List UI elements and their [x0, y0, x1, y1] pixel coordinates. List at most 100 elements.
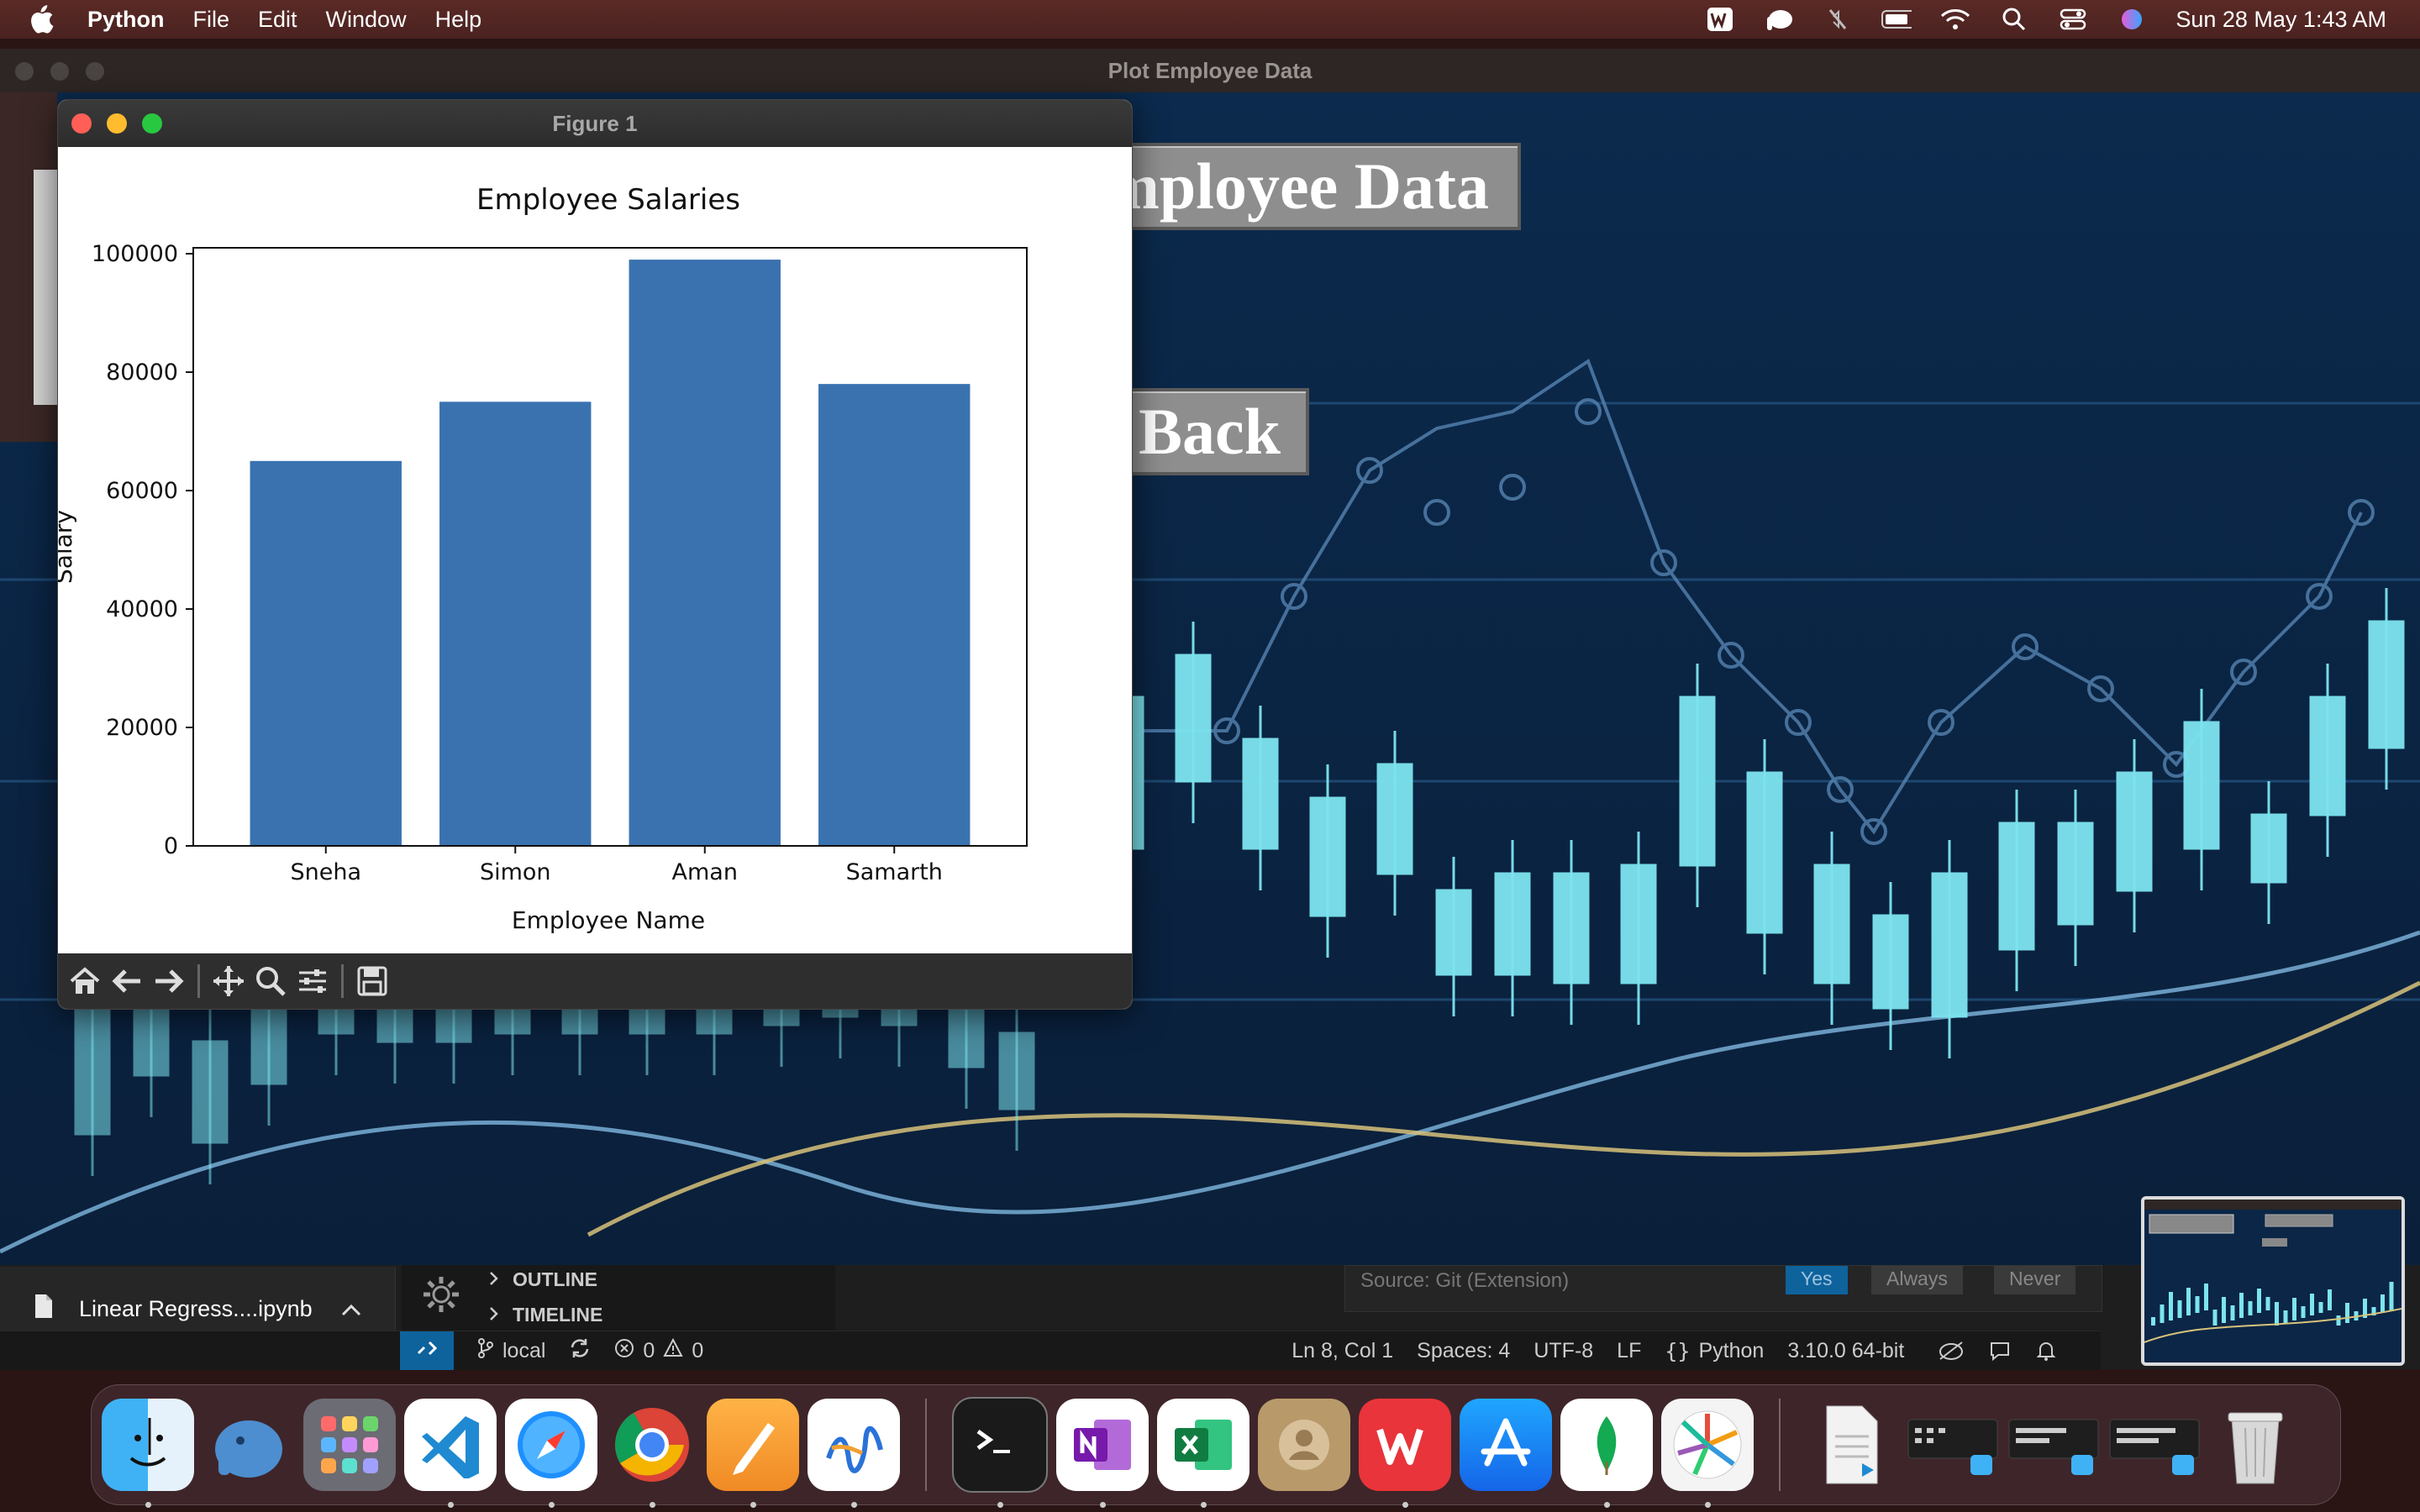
- problems-status[interactable]: 0 0: [614, 1337, 704, 1364]
- document-icon[interactable]: [1806, 1399, 1898, 1491]
- thumb-candle: [2230, 1305, 2235, 1320]
- figure-title: Figure 1: [552, 110, 638, 136]
- mongodb-compass-icon[interactable]: [1560, 1399, 1653, 1508]
- menu-help[interactable]: Help: [435, 7, 482, 33]
- tk-close-icon[interactable]: [15, 62, 34, 81]
- launchpad-icon[interactable]: [303, 1399, 396, 1491]
- pan-icon[interactable]: [210, 963, 247, 1000]
- notifications-bell-icon[interactable]: [2035, 1340, 2057, 1362]
- siri-icon[interactable]: [2117, 7, 2147, 32]
- thumb-candle: [2160, 1305, 2165, 1323]
- terminal-icon[interactable]: [952, 1397, 1048, 1508]
- app-store-icon[interactable]: [1460, 1399, 1552, 1491]
- menu-edit[interactable]: Edit: [258, 7, 297, 33]
- background-candle: [2116, 771, 2153, 892]
- encoding-status[interactable]: UTF-8: [1534, 1339, 1593, 1363]
- thumb-candle: [2186, 1288, 2191, 1315]
- tk-zoom-icon[interactable]: [86, 62, 104, 81]
- thumb-candle: [2336, 1315, 2341, 1326]
- manage-gear-icon[interactable]: [420, 1273, 462, 1320]
- back-arrow-icon[interactable]: [108, 963, 145, 1000]
- x-tick-label: Simon: [480, 859, 551, 885]
- outline-section[interactable]: OUTLINE: [489, 1268, 597, 1291]
- menubar-clock[interactable]: Sun 28 May 1:43 AM: [2175, 7, 2386, 33]
- thumb-candle: [2257, 1289, 2261, 1313]
- trash-icon[interactable]: [2209, 1399, 2302, 1491]
- menu-app-name[interactable]: Python: [87, 7, 165, 33]
- timeline-label: TIMELINE: [513, 1304, 603, 1326]
- home-icon[interactable]: [66, 963, 103, 1000]
- chrome-icon[interactable]: [606, 1399, 698, 1508]
- chevron-up-icon[interactable]: [341, 1296, 361, 1322]
- indentation-status[interactable]: Spaces: 4: [1417, 1339, 1510, 1363]
- thumb-candle: [2248, 1301, 2253, 1315]
- forward-arrow-icon[interactable]: [150, 963, 187, 1000]
- save-icon[interactable]: [354, 963, 391, 1000]
- pages-icon[interactable]: [707, 1399, 799, 1508]
- menu-file[interactable]: File: [193, 7, 230, 33]
- menu-window[interactable]: Window: [326, 7, 407, 33]
- thumb-candle: [2204, 1284, 2208, 1310]
- language-mode[interactable]: {} Python: [1665, 1339, 1764, 1363]
- thumb-candle: [2328, 1289, 2332, 1310]
- background-candle: [1435, 889, 1472, 976]
- thumb-candle: [2239, 1293, 2244, 1318]
- control-center-icon[interactable]: [2058, 7, 2088, 32]
- finder-icon[interactable]: [102, 1399, 194, 1508]
- elephant-menubar-icon[interactable]: [1764, 7, 1794, 32]
- bar-samarth: [818, 384, 971, 846]
- thumb-candle: [2345, 1303, 2349, 1323]
- tableplus-icon[interactable]: [203, 1399, 295, 1491]
- window-thumb-3-icon[interactable]: [2108, 1399, 2201, 1491]
- thumb-candle: [2169, 1292, 2173, 1320]
- notification-never-button[interactable]: Never: [1994, 1266, 2076, 1294]
- minimize-icon[interactable]: [107, 113, 127, 134]
- eol-status[interactable]: LF: [1617, 1339, 1641, 1363]
- freeform-icon[interactable]: [808, 1399, 900, 1508]
- wifi-icon[interactable]: [1940, 7, 1970, 32]
- pinwheel-icon[interactable]: [1661, 1399, 1754, 1508]
- wps-menubar-icon[interactable]: [1705, 7, 1735, 32]
- maximize-icon[interactable]: [142, 113, 162, 134]
- notification-always-button[interactable]: Always: [1871, 1266, 1963, 1294]
- safari-icon[interactable]: [505, 1399, 597, 1508]
- sync-status[interactable]: [569, 1337, 591, 1365]
- window-thumb-2-icon[interactable]: [2007, 1399, 2100, 1491]
- apple-menu-icon[interactable]: [29, 5, 57, 34]
- notification-source: Source: Git (Extension): [1360, 1269, 1570, 1292]
- tk-left-panel: [0, 92, 57, 442]
- copilot-hidden-icon[interactable]: [1938, 1340, 1965, 1362]
- mute-menubar-icon[interactable]: [1823, 7, 1853, 32]
- thumb-candle: [2292, 1298, 2296, 1320]
- configure-subplots-icon[interactable]: [294, 963, 331, 1000]
- matplotlib-toolbar: [58, 953, 1132, 1009]
- cursor-position[interactable]: Ln 8, Col 1: [1292, 1339, 1393, 1363]
- feedback-icon[interactable]: [1988, 1340, 2012, 1362]
- wps-icon[interactable]: [1359, 1399, 1451, 1508]
- chart-title: Employee Salaries: [476, 183, 740, 217]
- excel-icon[interactable]: [1157, 1399, 1249, 1508]
- battery-icon[interactable]: [1881, 7, 1912, 32]
- thumb-candle: [2389, 1282, 2394, 1310]
- interpreter-status[interactable]: 3.10.0 64-bit: [1787, 1339, 1904, 1363]
- git-notification: Source: Git (Extension) Yes Always Never: [1344, 1265, 2102, 1312]
- warning-count: 0: [692, 1338, 704, 1362]
- remote-indicator-icon[interactable]: [400, 1331, 454, 1370]
- timeline-section[interactable]: TIMELINE: [489, 1304, 602, 1326]
- screenshot-thumbnail-preview[interactable]: [2141, 1196, 2405, 1366]
- zoom-icon[interactable]: [252, 963, 289, 1000]
- contacts-icon[interactable]: [1258, 1399, 1350, 1491]
- chevron-right-icon: [489, 1268, 499, 1291]
- background-candle: [1376, 763, 1413, 875]
- window-thumb-1-icon[interactable]: [1907, 1399, 1999, 1491]
- notification-yes-button[interactable]: Yes: [1786, 1266, 1848, 1294]
- background-candle: [1553, 872, 1590, 984]
- onenote-icon[interactable]: [1056, 1399, 1149, 1508]
- spotlight-search-icon[interactable]: [1999, 7, 2029, 32]
- vscode-icon[interactable]: [404, 1399, 497, 1508]
- close-icon[interactable]: [71, 113, 92, 134]
- x-tick-label: Aman: [672, 859, 738, 885]
- branch-status[interactable]: local: [477, 1337, 545, 1365]
- y-tick-label: 20000: [106, 715, 178, 741]
- tk-minimize-icon[interactable]: [50, 62, 69, 81]
